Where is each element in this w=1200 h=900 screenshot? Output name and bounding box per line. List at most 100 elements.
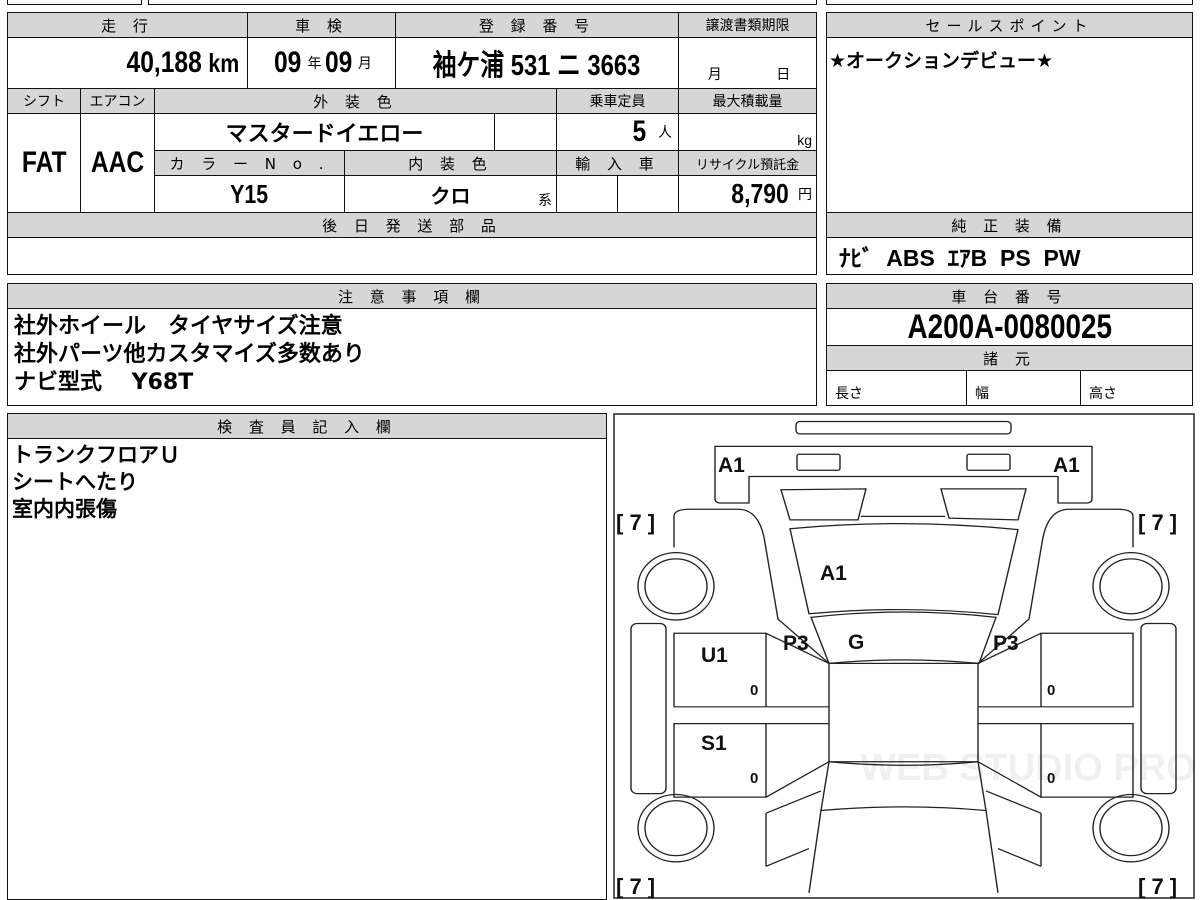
watermark: WEB STUDIO PRO — [860, 747, 1196, 789]
tire-tread-front-left: [ 7 ] — [616, 510, 655, 535]
sales-point-value: ★オークションデビュー★ — [826, 37, 1193, 213]
wheel-rear-left — [644, 800, 708, 857]
imported-value-1 — [556, 175, 618, 213]
imported-header: 輸 入 車 — [556, 150, 679, 176]
capacity-unit: 人 — [658, 124, 672, 140]
front-panel — [714, 445, 1093, 504]
mileage-header: 走 行 — [7, 12, 248, 38]
inspector-body: トランクフロアＵ シートへたり 室内内張傷 — [7, 438, 607, 900]
wheel-rear-right — [1099, 800, 1163, 857]
max-load-header: 最大積載量 — [678, 88, 817, 114]
month-unit: 月 — [357, 55, 372, 71]
shift-text: FAT — [21, 146, 67, 179]
exterior-color-text: マスタードイエロー — [225, 121, 424, 146]
label-front-door-left: U1 — [701, 644, 728, 667]
genuine-equipment-text: ﾅﾋﾞ ABS ｴｱB PS PW — [839, 245, 1081, 271]
mileage-number: 40,188 — [126, 46, 202, 79]
wheel-front-right — [1099, 558, 1163, 615]
aircon-text: AAC — [90, 146, 145, 179]
inspection-header: 車 検 — [247, 12, 396, 38]
capacity-header: 乗車定員 — [556, 88, 679, 114]
door-mark: 0 — [1047, 770, 1055, 787]
deadline-day-unit: 日 — [776, 66, 791, 82]
top-strip-cell — [826, 0, 1193, 5]
label-hood: A1 — [820, 562, 847, 585]
light-left — [796, 453, 841, 471]
transfer-deadline-header: 譲渡書類期限 — [678, 12, 817, 38]
front-bumper — [795, 420, 1012, 435]
shift-value: FAT — [7, 113, 81, 213]
label-rear-door-left: S1 — [701, 732, 727, 755]
door-mark: 0 — [750, 682, 758, 699]
top-strip-cell — [148, 0, 817, 5]
skirt-left — [630, 622, 667, 795]
parts-later-header: 後 日 発 送 部 品 — [7, 212, 817, 238]
mileage-unit: km — [208, 47, 240, 78]
top-strip-cell — [7, 0, 142, 5]
tire-tread-rear-right: [ 7 ] — [1138, 874, 1177, 899]
capacity-value: 5人 — [556, 113, 679, 151]
year-unit: 年 — [307, 55, 322, 71]
deadline-month-unit: 月 — [707, 66, 722, 82]
trunk — [808, 810, 999, 893]
genuine-equipment-header: 純 正 装 備 — [826, 212, 1193, 238]
shift-header: シフト — [7, 88, 81, 114]
label-front-left: A1 — [718, 454, 745, 477]
chassis-number-header: 車 台 番 号 — [826, 283, 1193, 309]
aircon-header: エアコン — [80, 88, 155, 114]
recycle-fee-value: 8,790 円 — [678, 175, 817, 213]
label-pillar-right: P3 — [993, 632, 1019, 655]
door-mark: 0 — [1047, 682, 1055, 699]
inspector-header: 検 査 員 記 入 欄 — [7, 413, 607, 439]
transfer-deadline-value: 月 日 — [678, 37, 817, 89]
label-pillar-left: P3 — [783, 632, 809, 655]
door-mark: 0 — [750, 770, 758, 787]
interior-color-value: クロ 系 — [344, 175, 557, 213]
interior-color-suffix: 系 — [538, 192, 552, 208]
recycle-fee-header: リサイクル預託金 — [678, 150, 817, 176]
front-fenders — [673, 508, 1134, 664]
genuine-equipment-value: ﾅﾋﾞ ABS ｴｱB PS PW — [826, 237, 1193, 275]
windshield — [810, 611, 997, 665]
tire-tread-rear-left: [ 7 ] — [616, 874, 655, 899]
parts-later-value — [7, 237, 817, 275]
registration-value: 袖ケ浦 531 ニ 3663 — [395, 37, 679, 89]
max-load-value: kg — [678, 113, 817, 151]
registration-number: 袖ケ浦 531 ニ 3663 — [433, 50, 641, 82]
interior-color-header: 内 装 色 — [344, 150, 557, 176]
spec-length: 長さ — [826, 370, 967, 406]
notes-header: 注 意 事 項 欄 — [7, 283, 817, 309]
exterior-color-header: 外 装 色 — [154, 88, 557, 114]
specs-header: 諸 元 — [826, 345, 1193, 371]
note-line: ナビ型式 Y68T — [14, 370, 194, 395]
rear-quarters — [765, 790, 1042, 867]
registration-header: 登 録 番 号 — [395, 12, 679, 38]
mileage-value: 40,188 km — [7, 37, 248, 89]
aircon-value: AAC — [80, 113, 155, 213]
color-no-text: Y15 — [230, 178, 269, 209]
inspector-line: シートへたり — [12, 470, 138, 494]
chassis-number-text: A200A-0080025 — [907, 307, 1112, 346]
tire-tread-front-right: [ 7 ] — [1138, 510, 1177, 535]
spec-width: 幅 — [966, 370, 1081, 406]
spec-height: 高さ — [1080, 370, 1193, 406]
exterior-color-value: マスタードイエロー — [154, 113, 495, 151]
exterior-color-extra — [494, 113, 557, 151]
chassis-number-value: A200A-0080025 — [826, 308, 1193, 346]
light-right — [966, 453, 1011, 471]
max-load-unit: kg — [797, 132, 812, 148]
sales-point-header: セールスポイント — [826, 12, 1193, 38]
interior-color-text: クロ — [430, 185, 471, 208]
inspector-line: 室内内張傷 — [12, 497, 117, 521]
imported-value-2 — [617, 175, 679, 213]
note-line: 社外ホイール タイヤサイズ注意 — [14, 314, 343, 339]
recycle-fee-unit: 円 — [798, 186, 812, 202]
label-windshield: G — [848, 631, 864, 654]
color-no-value: Y15 — [154, 175, 345, 213]
headlights — [780, 488, 1027, 521]
wheel-front-left — [644, 558, 708, 615]
capacity-number: 5 — [632, 115, 647, 148]
inspector-line: トランクフロアＵ — [12, 443, 180, 467]
label-front-right: A1 — [1053, 454, 1080, 477]
car-damage-diagram: WEB STUDIO PRO A1 A1 A1 G P3 P3 U1 S1 0 … — [613, 413, 1196, 899]
